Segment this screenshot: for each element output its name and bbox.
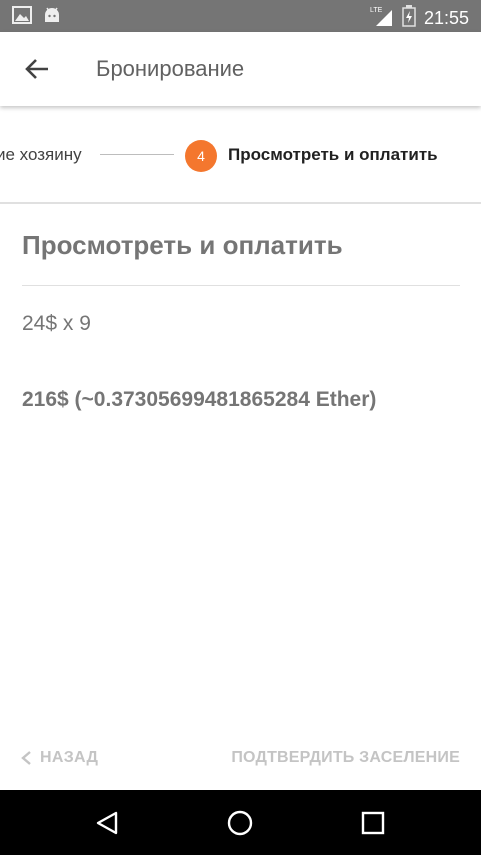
signal-icon: LTE bbox=[370, 4, 394, 32]
battery-icon bbox=[402, 5, 416, 31]
confirm-checkin-button[interactable]: ПОДТВЕРДИТЬ ЗАСЕЛЕНИЕ bbox=[231, 749, 460, 767]
step-current-label: Просмотреть и оплатить bbox=[228, 145, 438, 164]
step-connector bbox=[100, 154, 174, 155]
back-button[interactable] bbox=[20, 54, 54, 84]
app-bar: Бронирование bbox=[0, 32, 481, 106]
image-icon bbox=[12, 6, 32, 28]
status-bar-system: LTE 21:55 bbox=[370, 4, 469, 32]
section-divider bbox=[22, 285, 460, 286]
step-number-badge: 4 bbox=[185, 140, 217, 172]
step-previous-label[interactable]: ие хозяину bbox=[0, 145, 82, 165]
back-nav-button[interactable]: НАЗАД bbox=[20, 749, 98, 767]
page-title: Бронирование bbox=[96, 56, 245, 81]
home-circle-icon bbox=[227, 810, 253, 836]
system-nav-bar bbox=[0, 790, 481, 855]
status-time: 21:55 bbox=[423, 7, 469, 28]
nav-back-button[interactable] bbox=[90, 808, 124, 838]
recents-square-icon bbox=[361, 811, 385, 835]
nav-recents-button[interactable] bbox=[356, 808, 390, 838]
arrow-back-icon bbox=[25, 59, 48, 79]
total-price: 216$ (~0.37305699481865284 Ether) bbox=[22, 388, 377, 411]
android-icon bbox=[42, 6, 62, 28]
network-type-label: LTE bbox=[370, 7, 383, 14]
back-triangle-icon bbox=[96, 811, 118, 835]
back-nav-label: НАЗАД bbox=[40, 749, 99, 766]
status-bar: LTE 21:55 bbox=[0, 0, 481, 32]
booking-stepper: ие хозяину 4 Просмотреть и оплатить bbox=[0, 106, 481, 204]
status-bar-notifications bbox=[12, 6, 62, 28]
section-title: Просмотреть и оплатить bbox=[22, 230, 343, 260]
nav-home-button[interactable] bbox=[223, 808, 257, 838]
chevron-left-icon bbox=[21, 751, 31, 765]
footer-actions: НАЗАД ПОДТВЕРДИТЬ ЗАСЕЛЕНИЕ bbox=[0, 730, 481, 790]
price-per-night: 24$ x 9 bbox=[22, 312, 91, 335]
